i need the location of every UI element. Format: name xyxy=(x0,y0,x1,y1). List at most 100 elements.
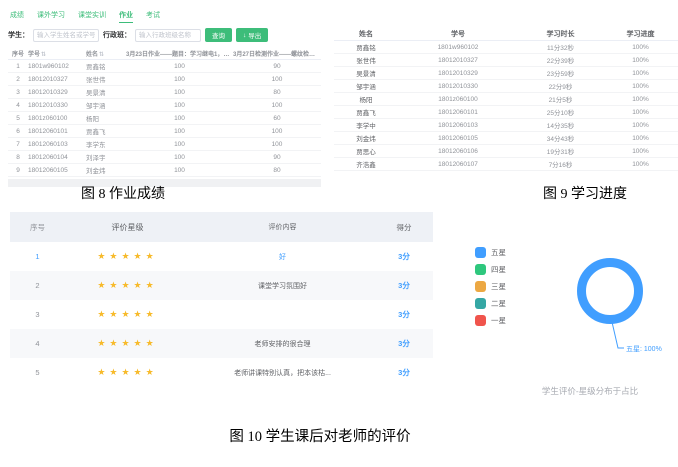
tab[interactable]: 课堂实训 xyxy=(78,10,106,23)
cell-duration: 11分32秒 xyxy=(518,42,603,52)
star-legend: 五星 四星 三星 二星 一星 xyxy=(475,247,506,332)
student-input[interactable] xyxy=(33,29,99,42)
cell-duration: 34分43秒 xyxy=(518,133,603,143)
star-rating: ★★★★★ xyxy=(65,280,190,291)
cell-duration: 23分59秒 xyxy=(518,68,603,78)
learning-progress-panel: 姓名 学号 学习时长 学习进度 贾鑫铭 1801w960102 11分32秒 1… xyxy=(334,27,678,171)
table-row: 4 18012010330 邹宇涵 100 100 xyxy=(8,99,321,112)
cell-name: 杨阳 xyxy=(334,94,398,104)
table-row: 9 18012060105 刘金炜 100 80 xyxy=(8,164,321,177)
cell-assignment-2-score: 100 xyxy=(233,76,321,83)
cell-progress: 100% xyxy=(603,148,678,155)
cell-score-link[interactable]: 3分 xyxy=(375,338,433,349)
cell-name: 张世伟 xyxy=(334,55,398,65)
cell-progress: 100% xyxy=(603,135,678,142)
cell-progress: 100% xyxy=(603,57,678,64)
cell-name: 李学东 xyxy=(86,139,126,149)
cell-score-link[interactable]: 3分 xyxy=(375,367,433,378)
cell-assignment-1-score: 100 xyxy=(126,154,233,161)
cell-name: 杨阳 xyxy=(86,113,126,123)
col-duration: 学习时长 xyxy=(518,29,603,39)
cell-name: 张世伟 xyxy=(86,74,126,84)
col-score: 得分 xyxy=(375,222,433,233)
col-name: 姓名⇅ xyxy=(86,49,126,58)
cell-index: 2 xyxy=(8,76,28,83)
legend-item[interactable]: 二星 xyxy=(475,298,506,309)
table-row: 吴景清 18012010329 23分59秒 100% xyxy=(334,67,678,80)
donut-label: 五星: 100% xyxy=(626,344,662,354)
class-input[interactable] xyxy=(135,29,201,42)
cell-content: 老师讲课特别认真，把本该枯... xyxy=(190,368,375,378)
cell-progress: 100% xyxy=(603,161,678,168)
figure9-caption: 图 9 学习进度 xyxy=(470,183,678,203)
cell-student-id: 18012060103 xyxy=(398,122,518,129)
cell-index: 4 xyxy=(8,102,28,109)
cell-student-id: 1801z060100 xyxy=(28,115,86,122)
table-row: 3 18012010329 吴景清 100 80 xyxy=(8,86,321,99)
cell-assignment-2-score: 80 xyxy=(233,89,321,96)
cell-index: 8 xyxy=(8,154,28,161)
cell-student-id: 18012010330 xyxy=(398,83,518,90)
cell-name: 贾鑫铭 xyxy=(86,61,126,71)
cell-score-link[interactable]: 3分 xyxy=(375,251,433,262)
legend-item[interactable]: 四星 xyxy=(475,264,506,275)
search-button[interactable]: 查询 xyxy=(205,28,232,42)
cell-assignment-2-score: 60 xyxy=(233,115,321,122)
student-label: 学生： xyxy=(8,30,29,40)
cell-assignment-1-score: 100 xyxy=(126,115,233,122)
col-student-id: 学号⇅ xyxy=(28,49,86,58)
cell-name: 贾鑫飞 xyxy=(86,126,126,136)
cell-score-link[interactable]: 3分 xyxy=(375,309,433,320)
tab[interactable]: 成绩 xyxy=(10,10,24,23)
legend-label: 四星 xyxy=(491,264,506,275)
cell-name: 贾鑫飞 xyxy=(334,107,398,117)
tab[interactable]: 作业 xyxy=(119,10,133,23)
cell-assignment-2-score: 100 xyxy=(233,128,321,135)
col-star-rating: 评价星级 xyxy=(65,222,190,233)
cell-name: 刘金炜 xyxy=(334,133,398,143)
table-row: 5 ★★★★★ 老师讲课特别认真，把本该枯... 3分 xyxy=(10,358,433,387)
export-button[interactable]: ↓导出 xyxy=(236,28,268,42)
export-icon: ↓ xyxy=(243,32,246,39)
cell-assignment-1-score: 100 xyxy=(126,63,233,70)
cell-score-link[interactable]: 3分 xyxy=(375,280,433,291)
evaluation-panel: 序号 评价星级 评价内容 得分 1 ★★★★★ 好 3分 2 ★★★★★ 课堂学… xyxy=(10,212,433,387)
col-assignment-1: 3月23日作业——题目：学习继电1，同类几何尺寸的检测原则和检测方法... xyxy=(126,49,233,58)
donut-chart[interactable] xyxy=(577,258,643,324)
table-row: 贾思心 18012060106 19分31秒 100% xyxy=(334,145,678,158)
homework-table-body: 1 1801w960102 贾鑫铭 100 90 2 18012010327 张… xyxy=(8,60,321,177)
table-row: 3 ★★★★★ 3分 xyxy=(10,300,433,329)
tab[interactable]: 考试 xyxy=(146,10,160,23)
cell-duration: 21分5秒 xyxy=(518,94,603,104)
legend-label: 一星 xyxy=(491,315,506,326)
chart-title: 学生评价-星级分布于占比 xyxy=(500,385,678,397)
legend-item[interactable]: 一星 xyxy=(475,315,506,326)
figure8-caption: 图 8 作业成绩 xyxy=(8,183,238,203)
legend-label: 三星 xyxy=(491,281,506,292)
cell-index: 3 xyxy=(8,89,28,96)
cell-student-id: 18012010327 xyxy=(398,57,518,64)
legend-swatch xyxy=(475,247,486,258)
cell-duration: 19分31秒 xyxy=(518,146,603,156)
table-row: 4 ★★★★★ 老师安排的很合理 3分 xyxy=(10,329,433,358)
table-row: 2 18012010327 张世伟 100 100 xyxy=(8,73,321,86)
table-row: 邹宇涵 18012010330 22分9秒 100% xyxy=(334,80,678,93)
cell-assignment-1-score: 100 xyxy=(126,167,233,174)
tab[interactable]: 课外学习 xyxy=(37,10,65,23)
table-row: 1 ★★★★★ 好 3分 xyxy=(10,242,433,271)
progress-table-body: 贾鑫铭 1801w960102 11分32秒 100% 张世伟 18012010… xyxy=(334,41,678,171)
cell-name: 邹宇涵 xyxy=(86,100,126,110)
cell-index: 5 xyxy=(8,115,28,122)
cell-duration: 14分35秒 xyxy=(518,120,603,130)
legend-item[interactable]: 五星 xyxy=(475,247,506,258)
cell-name: 李学中 xyxy=(334,120,398,130)
cell-assignment-2-score: 80 xyxy=(233,167,321,174)
cell-name: 贾思心 xyxy=(334,146,398,156)
sort-icon[interactable]: ⇅ xyxy=(41,52,46,58)
cell-progress: 100% xyxy=(603,83,678,90)
cell-assignment-1-score: 100 xyxy=(126,141,233,148)
cell-assignment-2-score: 100 xyxy=(233,141,321,148)
legend-item[interactable]: 三星 xyxy=(475,281,506,292)
cell-student-id: 1801w960102 xyxy=(28,63,86,70)
sort-icon[interactable]: ⇅ xyxy=(99,52,104,58)
